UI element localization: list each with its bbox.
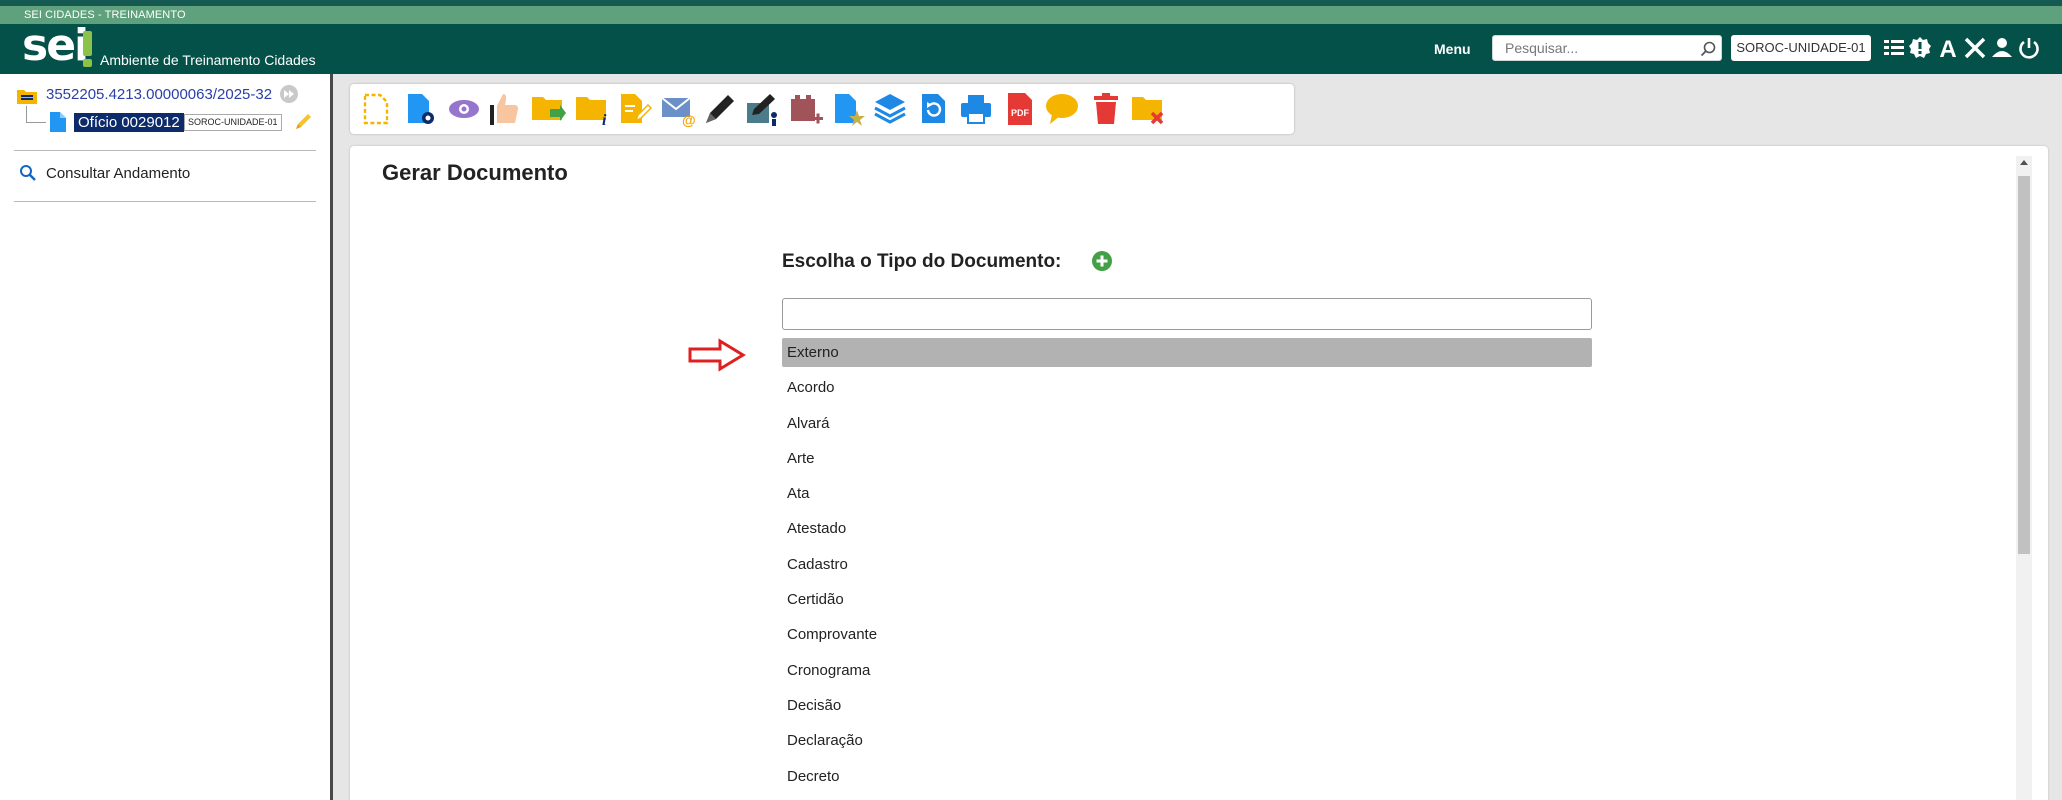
process-tree-sidebar: 3552205.4213.00000063/2025-32 Ofício 002… <box>0 74 330 800</box>
reopen-icon[interactable] <box>916 91 952 127</box>
document-settings-icon[interactable] <box>402 91 438 127</box>
document-icon <box>50 112 66 132</box>
document-type-option[interactable]: Decisão <box>782 691 1592 720</box>
add-icon[interactable] <box>1092 251 1112 271</box>
unit-selector-button[interactable]: SOROC-UNIDADE-01 <box>1731 35 1871 61</box>
process-number-link[interactable]: 3552205.4213.00000063/2025-32 <box>46 86 272 103</box>
send-process-icon[interactable] <box>530 91 566 127</box>
document-type-option[interactable]: Certidão <box>782 585 1592 614</box>
block-icon[interactable] <box>788 91 824 127</box>
logo-bang-dot <box>83 59 92 67</box>
document-type-option[interactable]: Declaração <box>782 726 1592 755</box>
tree-connector-vertical <box>26 106 27 122</box>
close-process-icon[interactable] <box>1130 91 1166 127</box>
search-box <box>1492 35 1722 61</box>
accessibility-font-icon[interactable]: A <box>1935 35 1961 61</box>
pdf-icon[interactable]: PDF <box>1002 91 1038 127</box>
document-generation-panel: Gerar Documento Escolha o Tipo do Docume… <box>350 146 2048 800</box>
sidebar-separator <box>14 201 316 202</box>
process-actions-toolbar: i @ PDF <box>350 84 1294 134</box>
scrollbar-thumb[interactable] <box>2018 176 2030 554</box>
document-type-option[interactable]: Atestado <box>782 514 1592 543</box>
page-title: Gerar Documento <box>382 160 568 185</box>
process-folder-icon <box>17 90 37 104</box>
eye-icon[interactable] <box>446 91 482 127</box>
pencil-icon[interactable] <box>292 111 314 133</box>
document-type-list: Externo Acordo Alvará Arte Ata Atestado Cadast… <box>782 338 1592 797</box>
app-header: sei Ambiente de Treinamento Cidades Menu… <box>0 24 2062 74</box>
logo-bang-bar <box>83 31 92 56</box>
document-type-option[interactable]: Ata <box>782 479 1592 508</box>
list-view-icon[interactable] <box>1881 35 1907 61</box>
environment-bar: SEI CIDADES - TREINAMENTO <box>0 6 2062 24</box>
document-type-option[interactable]: Comprovante <box>782 620 1592 649</box>
search-icon[interactable] <box>1699 40 1717 58</box>
sei-logo[interactable]: sei <box>22 20 92 71</box>
trash-icon[interactable] <box>1088 91 1124 127</box>
search-icon <box>20 165 36 181</box>
document-type-option[interactable]: Alvará <box>782 409 1592 438</box>
app-subtitle: Ambiente de Treinamento Cidades <box>100 52 316 68</box>
process-info-icon[interactable]: i <box>574 91 610 127</box>
document-type-option[interactable]: Externo <box>782 338 1592 367</box>
content-scrollbar[interactable] <box>2016 156 2032 800</box>
svg-text:A: A <box>1939 36 1956 61</box>
document-type-option[interactable]: Decreto <box>782 762 1592 791</box>
email-icon[interactable]: @ <box>660 91 696 127</box>
svg-text:@: @ <box>682 112 696 127</box>
document-type-option[interactable]: Acordo <box>782 373 1592 402</box>
sidebar-separator <box>14 150 316 151</box>
document-type-heading: Escolha o Tipo do Documento: <box>782 251 1062 272</box>
svg-text:PDF: PDF <box>1011 108 1030 118</box>
print-icon[interactable] <box>958 91 994 127</box>
document-type-filter-input[interactable] <box>782 298 1592 330</box>
document-unit-tag: SOROC-UNIDADE-01 <box>184 114 282 131</box>
search-input[interactable] <box>1493 36 1693 60</box>
consult-progress-link[interactable]: Consultar Andamento <box>46 165 190 182</box>
power-icon[interactable] <box>2016 35 2042 61</box>
svg-text:i: i <box>602 112 607 127</box>
document-type-option[interactable]: Arte <box>782 444 1592 473</box>
certificate-seal-icon[interactable] <box>1907 35 1933 61</box>
scroll-up-arrow-icon[interactable] <box>2020 160 2028 165</box>
red-arrow-pointer-icon <box>688 338 746 372</box>
document-type-option[interactable]: Cadastro <box>782 550 1592 579</box>
assign-icon[interactable] <box>744 91 780 127</box>
tools-icon[interactable] <box>1962 35 1988 61</box>
current-document-label[interactable]: Ofício 0029012 <box>74 113 184 132</box>
document-type-option[interactable]: Cronograma <box>782 656 1592 685</box>
tree-connector-horizontal <box>26 122 46 123</box>
expand-tree-icon[interactable] <box>279 84 299 104</box>
signature-icon[interactable] <box>488 91 524 127</box>
logo-text: sei <box>22 20 89 71</box>
favorite-document-icon[interactable] <box>830 91 866 127</box>
comment-icon[interactable] <box>1044 91 1080 127</box>
menu-button[interactable]: Menu <box>1434 41 1471 57</box>
user-icon[interactable] <box>1989 35 2015 61</box>
new-document-icon[interactable] <box>358 91 394 127</box>
pen-icon[interactable] <box>702 91 738 127</box>
layers-icon[interactable] <box>872 91 908 127</box>
edit-document-icon[interactable] <box>616 91 652 127</box>
